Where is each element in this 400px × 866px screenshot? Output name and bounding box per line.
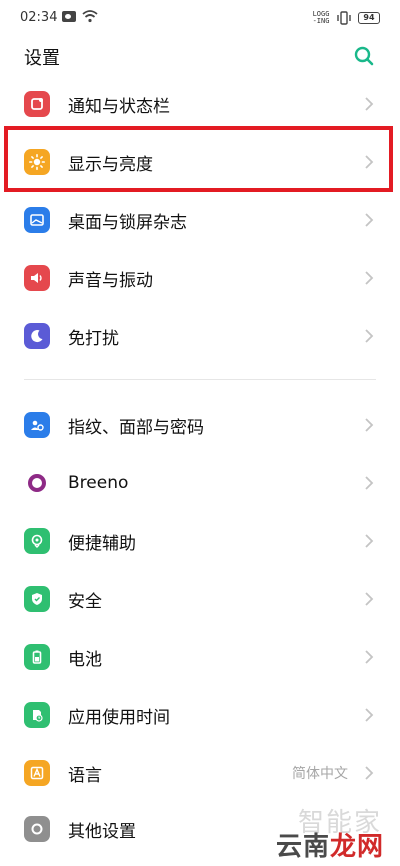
notification-icon (24, 91, 50, 117)
assist-icon (24, 528, 50, 554)
chevron-right-icon (365, 592, 374, 606)
chevron-right-icon (365, 213, 374, 227)
app-time-icon (24, 702, 50, 728)
chevron-right-icon (365, 766, 374, 780)
sound-icon (24, 265, 50, 291)
settings-item-label: Breeno (68, 473, 129, 493)
shield-icon (24, 586, 50, 612)
section-divider (24, 379, 376, 380)
status-bar: 02:34 LOGG -ING 94 (0, 0, 400, 36)
settings-item-label: 通知与状态栏 (68, 96, 170, 117)
settings-item-label: 安全 (68, 591, 102, 612)
breeno-icon (24, 470, 50, 496)
settings-item-do-not-disturb[interactable]: 免打扰 (0, 307, 400, 365)
language-icon (24, 760, 50, 786)
settings-item-display-brightness[interactable]: 显示与亮度 (0, 133, 400, 191)
settings-item-label: 声音与振动 (68, 270, 153, 291)
battery-indicator: 94 (358, 12, 380, 24)
brightness-icon (24, 149, 50, 175)
settings-item-label: 显示与亮度 (68, 154, 153, 175)
wifi-icon (82, 10, 98, 23)
settings-item-home-lockscreen[interactable]: 桌面与锁屏杂志 (0, 191, 400, 249)
chevron-right-icon (365, 271, 374, 285)
settings-item-label: 免打扰 (68, 328, 119, 349)
settings-item-label: 电池 (68, 649, 102, 670)
chevron-right-icon (365, 418, 374, 432)
network-label: LOGG -ING (312, 10, 330, 25)
chevron-right-icon (365, 329, 374, 343)
settings-item-notifications[interactable]: 通知与状态栏 (0, 75, 400, 133)
chevron-right-icon (365, 97, 374, 111)
chevron-right-icon (365, 476, 374, 490)
settings-item-label: 桌面与锁屏杂志 (68, 212, 187, 233)
message-icon (62, 11, 76, 22)
settings-item-fingerprint-face-password[interactable]: 指纹、面部与密码 (0, 396, 400, 454)
watermark-bottom-b: 龙网 (329, 832, 384, 862)
chevron-right-icon (365, 534, 374, 548)
watermark-logo: 智能家 云南龙网 (264, 802, 384, 863)
watermark-bottom-text: 云南龙网 (276, 826, 384, 863)
settings-item-label: 其他设置 (68, 821, 136, 842)
chevron-right-icon (365, 708, 374, 722)
settings-item-label: 应用使用时间 (68, 707, 170, 728)
search-icon[interactable] (352, 44, 376, 68)
settings-item-label: 便捷辅助 (68, 533, 136, 554)
moon-icon (24, 323, 50, 349)
settings-item-battery[interactable]: 电池 (0, 628, 400, 686)
settings-item-label: 语言 (68, 765, 102, 786)
settings-item-security[interactable]: 安全 (0, 570, 400, 628)
battery-icon (24, 644, 50, 670)
page-header: 设置 (0, 36, 400, 80)
status-time: 02:34 (20, 10, 58, 25)
settings-item-convenience-assist[interactable]: 便捷辅助 (0, 512, 400, 570)
settings-item-label: 指纹、面部与密码 (68, 417, 204, 438)
wallpaper-icon (24, 207, 50, 233)
chevron-right-icon (365, 155, 374, 169)
settings-item-breeno[interactable]: Breeno (0, 454, 400, 512)
settings-item-language[interactable]: 语言 简体中文 (0, 744, 400, 802)
settings-item-sound-vibration[interactable]: 声音与振动 (0, 249, 400, 307)
watermark-bottom-a: 云南 (275, 832, 330, 862)
settings-item-app-usage-time[interactable]: 应用使用时间 (0, 686, 400, 744)
chevron-right-icon (365, 650, 374, 664)
status-right-group: LOGG -ING 94 (312, 7, 380, 29)
vibrate-icon (337, 11, 351, 25)
language-current-value: 简体中文 (292, 766, 348, 782)
page-title: 设置 (24, 48, 60, 69)
fingerprint-icon (24, 412, 50, 438)
more-settings-icon (24, 816, 50, 842)
